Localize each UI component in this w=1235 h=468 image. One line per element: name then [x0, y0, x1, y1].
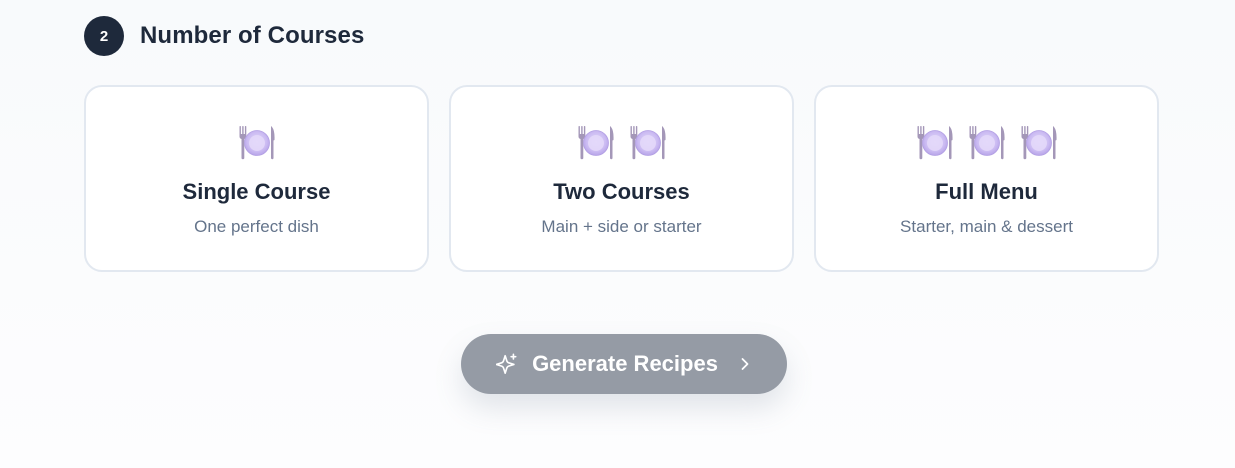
course-icons: [238, 123, 276, 161]
fork-knife-plate-icon: [577, 123, 615, 161]
generate-recipes-button[interactable]: Generate Recipes: [461, 334, 787, 394]
course-icons: [577, 123, 667, 161]
option-card-two-courses[interactable]: Two Courses Main + side or starter: [449, 85, 794, 272]
option-subtitle: One perfect dish: [194, 217, 319, 236]
course-icons: [916, 123, 1058, 161]
option-subtitle: Main + side or starter: [541, 217, 702, 236]
fork-knife-plate-icon: [916, 123, 954, 161]
option-title: Two Courses: [553, 179, 690, 204]
fork-knife-plate-icon: [1020, 123, 1058, 161]
sparkle-icon: [496, 353, 517, 374]
section-title: Number of Courses: [140, 22, 365, 49]
fork-knife-plate-icon: [629, 123, 667, 161]
fork-knife-plate-icon: [968, 123, 1006, 161]
option-subtitle: Starter, main & dessert: [900, 217, 1073, 236]
option-card-single-course[interactable]: Single Course One perfect dish: [84, 85, 429, 272]
option-title: Single Course: [182, 179, 331, 204]
course-options: Single Course One perfect dish Two Cours…: [84, 85, 1159, 272]
option-card-full-menu[interactable]: Full Menu Starter, main & dessert: [814, 85, 1159, 272]
option-title: Full Menu: [935, 179, 1038, 204]
fork-knife-plate-icon: [238, 123, 276, 161]
generate-button-label: Generate Recipes: [532, 351, 718, 376]
step-number-badge: 2: [84, 16, 124, 56]
chevron-right-icon: [741, 358, 749, 370]
section-header: 2 Number of Courses: [84, 16, 364, 56]
